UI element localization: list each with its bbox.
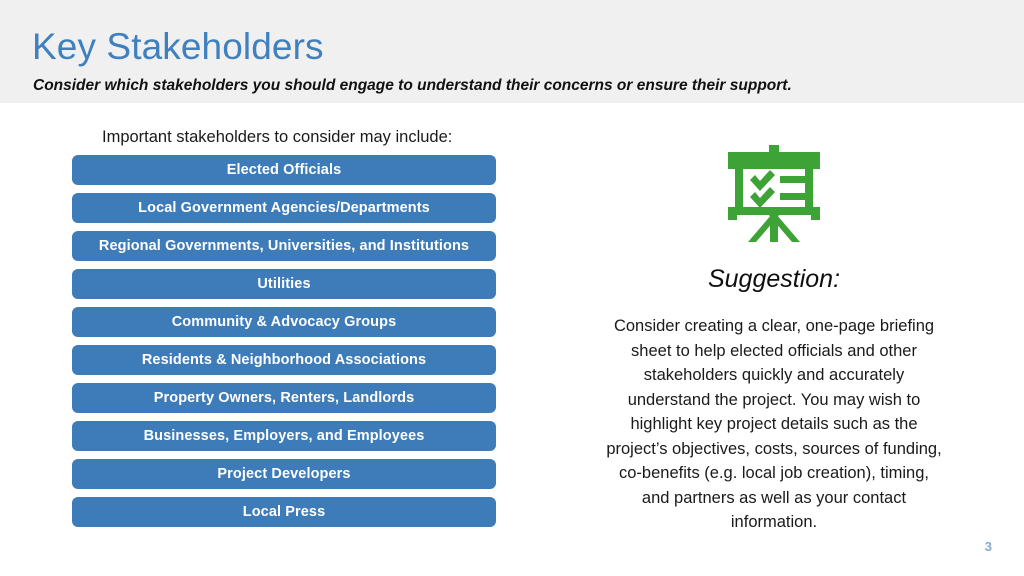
page-title: Key Stakeholders bbox=[32, 26, 324, 67]
suggestion-panel: Suggestion: Consider creating a clear, o… bbox=[596, 140, 952, 535]
stakeholder-bar[interactable]: Regional Governments, Universities, and … bbox=[72, 231, 496, 261]
stakeholder-bar[interactable]: Community & Advocacy Groups bbox=[72, 307, 496, 337]
stakeholder-bar[interactable]: Businesses, Employers, and Employees bbox=[72, 421, 496, 451]
stakeholder-bar[interactable]: Local Government Agencies/Departments bbox=[72, 193, 496, 223]
presentation-board-checklist-icon bbox=[596, 140, 952, 248]
stakeholder-bar[interactable]: Property Owners, Renters, Landlords bbox=[72, 383, 496, 413]
stakeholder-bar[interactable]: Project Developers bbox=[72, 459, 496, 489]
stakeholder-bar[interactable]: Utilities bbox=[72, 269, 496, 299]
stakeholders-panel: Important stakeholders to consider may i… bbox=[72, 126, 496, 527]
slide-canvas: Key Stakeholders Consider which stakehol… bbox=[0, 0, 1024, 576]
slide-number: 3 bbox=[984, 539, 992, 554]
stakeholders-intro: Important stakeholders to consider may i… bbox=[102, 128, 453, 146]
page-subtitle: Consider which stakeholders you should e… bbox=[33, 77, 792, 94]
suggestion-body-text: Consider creating a clear, one-page brie… bbox=[606, 317, 942, 531]
stakeholder-bar-list: Elected Officials Local Government Agenci… bbox=[72, 155, 496, 527]
suggestion-heading: Suggestion: bbox=[707, 265, 841, 293]
stakeholder-bar[interactable]: Local Press bbox=[72, 497, 496, 527]
stakeholder-bar[interactable]: Residents & Neighborhood Associations bbox=[72, 345, 496, 375]
stakeholder-bar[interactable]: Elected Officials bbox=[72, 155, 496, 185]
